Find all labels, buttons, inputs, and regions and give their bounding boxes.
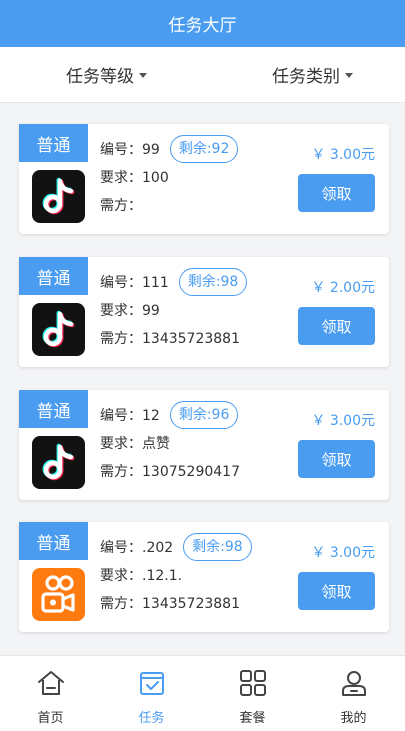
task-card: 普通 编号：111 剩余:98 要求：99 需方：13435723881 ￥ 2… (19, 257, 389, 367)
filter-bar: 任务等级 任务类别 (0, 47, 405, 103)
caret-down-icon (345, 73, 353, 78)
task-price: ￥ 2.00元 (311, 280, 375, 296)
remaining-badge: 剩余:92 (169, 135, 239, 163)
task-id-row: 编号：12 剩余:96 (100, 401, 239, 429)
remaining-badge: 剩余:98 (183, 533, 252, 561)
task-buyer: 需方： (100, 198, 142, 214)
task-buyer: 需方：13435723881 (100, 331, 240, 347)
tiktok-icon (32, 436, 85, 489)
tab-packages[interactable]: 套餐 (202, 656, 303, 731)
task-buyer: 需方：13435723881 (100, 596, 240, 612)
task-category-filter[interactable]: 任务类别 (272, 47, 353, 102)
task-id: 编号：.202 (100, 540, 174, 556)
claim-button[interactable]: 领取 (298, 572, 375, 610)
task-requirement: 要求：100 (100, 170, 169, 186)
tab-tasks[interactable]: 任务 (101, 656, 202, 731)
page-title: 任务大厅 (168, 16, 237, 36)
remaining-badge: 剩余:96 (169, 401, 239, 429)
task-id: 编号：111 (100, 275, 169, 291)
tab-label: 任务 (138, 711, 165, 726)
task-level-tag: 普通 (19, 390, 88, 428)
tab-label: 我的 (340, 711, 367, 726)
task-icon (140, 672, 164, 695)
task-price: ￥ 3.00元 (311, 413, 375, 429)
tab-label: 首页 (37, 711, 64, 726)
claim-button[interactable]: 领取 (298, 440, 375, 478)
tab-label: 套餐 (239, 711, 266, 726)
task-level-tag: 普通 (19, 522, 88, 560)
task-price: ￥ 3.00元 (311, 545, 375, 561)
tab-home[interactable]: 首页 (0, 656, 101, 731)
task-level-tag: 普通 (19, 124, 88, 162)
kuaishou-icon (32, 568, 85, 621)
task-id-row: 编号：111 剩余:98 (100, 268, 248, 296)
task-category-label: 任务类别 (272, 67, 340, 87)
tab-profile[interactable]: 我的 (303, 656, 404, 731)
user-icon (342, 671, 366, 696)
grid-icon (240, 670, 266, 696)
app-header: 任务大厅 (0, 0, 405, 47)
task-list[interactable]: 普通 编号：99 剩余:92 要求：100 需方： ￥ 3.00元 领取 普通 … (0, 102, 405, 655)
task-id: 编号：99 (100, 142, 160, 158)
task-card: 普通 编号：12 剩余:96 要求：点赞 需方：13075290417 ￥ 3.… (19, 390, 389, 500)
task-level-label: 任务等级 (66, 67, 134, 87)
task-id-row: 编号：.202 剩余:98 (100, 533, 252, 561)
task-requirement: 要求：点赞 (100, 436, 170, 452)
task-buyer: 需方：13075290417 (100, 464, 240, 480)
task-price: ￥ 3.00元 (311, 147, 375, 163)
task-level-tag: 普通 (19, 257, 88, 295)
task-card: 普通 编号：.202 剩余:98 要求：.12.1. 需方：1343572388… (19, 522, 389, 632)
task-requirement: 要求：.12.1. (100, 568, 183, 584)
remaining-badge: 剩余:98 (178, 268, 248, 296)
task-card: 普通 编号：99 剩余:92 要求：100 需方： ￥ 3.00元 领取 (19, 124, 389, 234)
home-icon (38, 671, 64, 695)
task-id: 编号：12 (100, 408, 160, 424)
claim-button[interactable]: 领取 (298, 307, 375, 345)
task-requirement: 要求：99 (100, 303, 160, 319)
caret-down-icon (139, 73, 147, 78)
task-id-row: 编号：99 剩余:92 (100, 135, 239, 163)
tiktok-icon (32, 303, 85, 356)
task-level-filter[interactable]: 任务等级 (66, 47, 147, 102)
tiktok-icon (32, 170, 85, 223)
bottom-tab-bar: 首页 任务 套餐 我的 (0, 655, 405, 731)
claim-button[interactable]: 领取 (298, 174, 375, 212)
